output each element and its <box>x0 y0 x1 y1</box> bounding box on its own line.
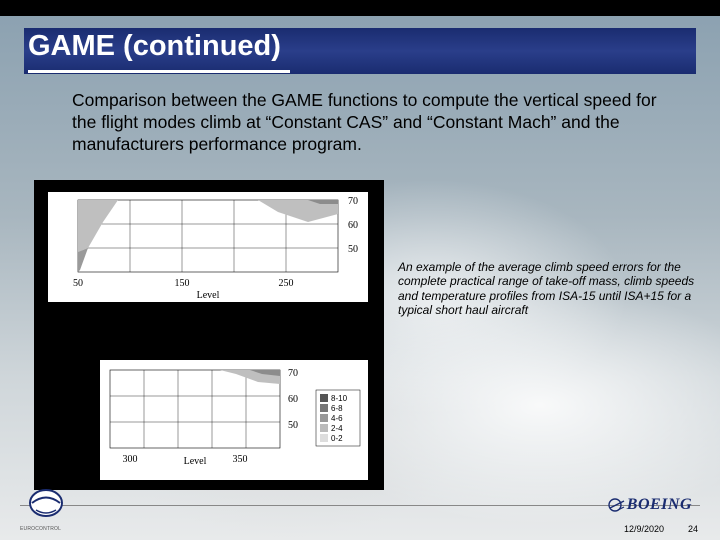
chart-bottom-ytick: 50 <box>288 420 298 431</box>
eurocontrol-label: EUROCONTROL <box>20 526 61 532</box>
legend-item: 0-2 <box>320 434 343 443</box>
legend-item: 4-6 <box>320 414 343 423</box>
legend-item: 2-4 <box>320 424 343 433</box>
slide-body-text: Comparison between the GAME functions to… <box>72 90 660 156</box>
top-black-bar <box>0 0 720 16</box>
chart-top-xtick: 150 <box>175 278 190 289</box>
boeing-label: BOEING <box>627 496 692 514</box>
chart-top-ytick: 70 <box>348 196 358 207</box>
chart-top-xtick: 250 <box>279 278 294 289</box>
chart-bottom-xtick: 350 <box>233 454 248 465</box>
legend-item: 6-8 <box>320 404 343 413</box>
svg-text:2-4: 2-4 <box>331 424 343 433</box>
boeing-globe-icon <box>607 496 625 514</box>
chart-top-ytick: 60 <box>348 220 358 231</box>
title-underline <box>28 70 290 73</box>
footer-divider <box>20 505 700 506</box>
chart-bottom-ytick: 60 <box>288 394 298 405</box>
chart-top: 70 60 50 50 150 250 Level <box>48 192 368 302</box>
footer-page-number: 24 <box>688 524 698 534</box>
chart-bottom: 70 60 50 300 Level 350 8-10 6-8 4-6 2-4 … <box>100 360 368 480</box>
svg-text:4-6: 4-6 <box>331 414 343 423</box>
chart-top-ytick: 50 <box>348 244 358 255</box>
chart-caption: An example of the average climb speed er… <box>398 260 700 318</box>
slide-title: GAME (continued) <box>28 30 281 63</box>
footer-date: 12/9/2020 <box>624 524 664 534</box>
svg-text:0-2: 0-2 <box>331 434 343 443</box>
svg-text:6-8: 6-8 <box>331 404 343 413</box>
svg-text:8-10: 8-10 <box>331 394 348 403</box>
boeing-logo: BOEING <box>607 496 692 514</box>
eurocontrol-logo <box>24 488 68 522</box>
chart-top-xlabel: Level <box>197 290 220 301</box>
chart-top-xtick: 50 <box>73 278 83 289</box>
legend-item: 8-10 <box>320 394 348 403</box>
chart-bottom-xlabel: Level <box>184 456 207 467</box>
chart-bottom-ytick: 70 <box>288 368 298 379</box>
chart-bottom-xtick: 300 <box>123 454 138 465</box>
